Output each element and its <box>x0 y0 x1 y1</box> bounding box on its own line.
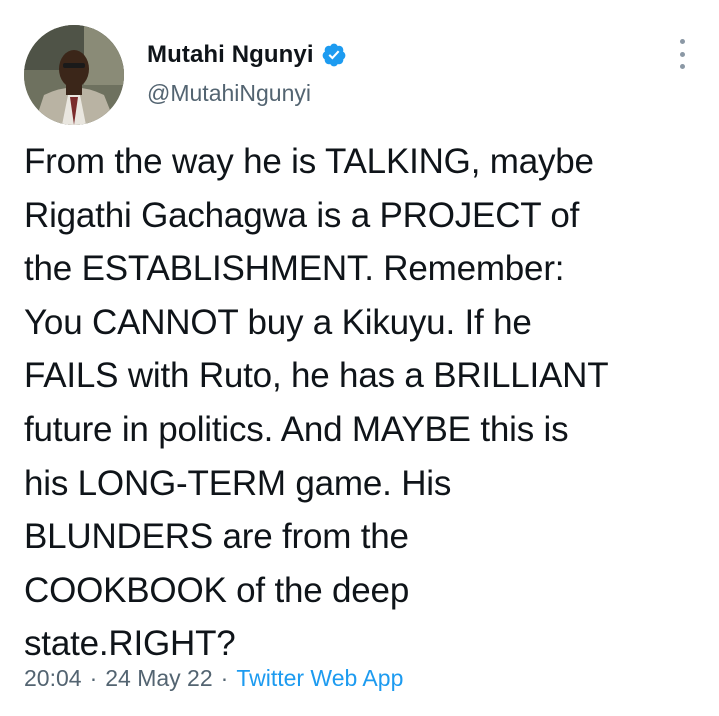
avatar-image <box>24 25 124 125</box>
more-dot <box>679 39 685 44</box>
verified-badge-icon <box>321 42 347 68</box>
meta-separator: · <box>89 665 98 691</box>
more-dot <box>679 64 685 69</box>
avatar[interactable] <box>24 25 124 125</box>
more-dot <box>679 51 685 57</box>
tweet-card: Mutahi Ngunyi @MutahiNgunyi From the way… <box>0 0 719 716</box>
author-name-row: Mutahi Ngunyi <box>147 38 347 72</box>
tweet-text: From the way he is TALKING, maybe Rigath… <box>24 142 609 664</box>
tweet-source-link[interactable]: Twitter Web App <box>236 665 403 692</box>
more-vertical-icon[interactable] <box>669 39 695 69</box>
meta-separator: · <box>220 665 229 691</box>
tweet-time[interactable]: 20:04 <box>24 665 82 692</box>
tweet-date[interactable]: 24 May 22 <box>105 665 212 692</box>
author-display-name[interactable]: Mutahi Ngunyi <box>147 41 314 69</box>
author-handle[interactable]: @MutahiNgunyi <box>147 80 311 107</box>
tweet-meta: 20:04 · 24 May 22 · Twitter Web App <box>24 665 403 692</box>
